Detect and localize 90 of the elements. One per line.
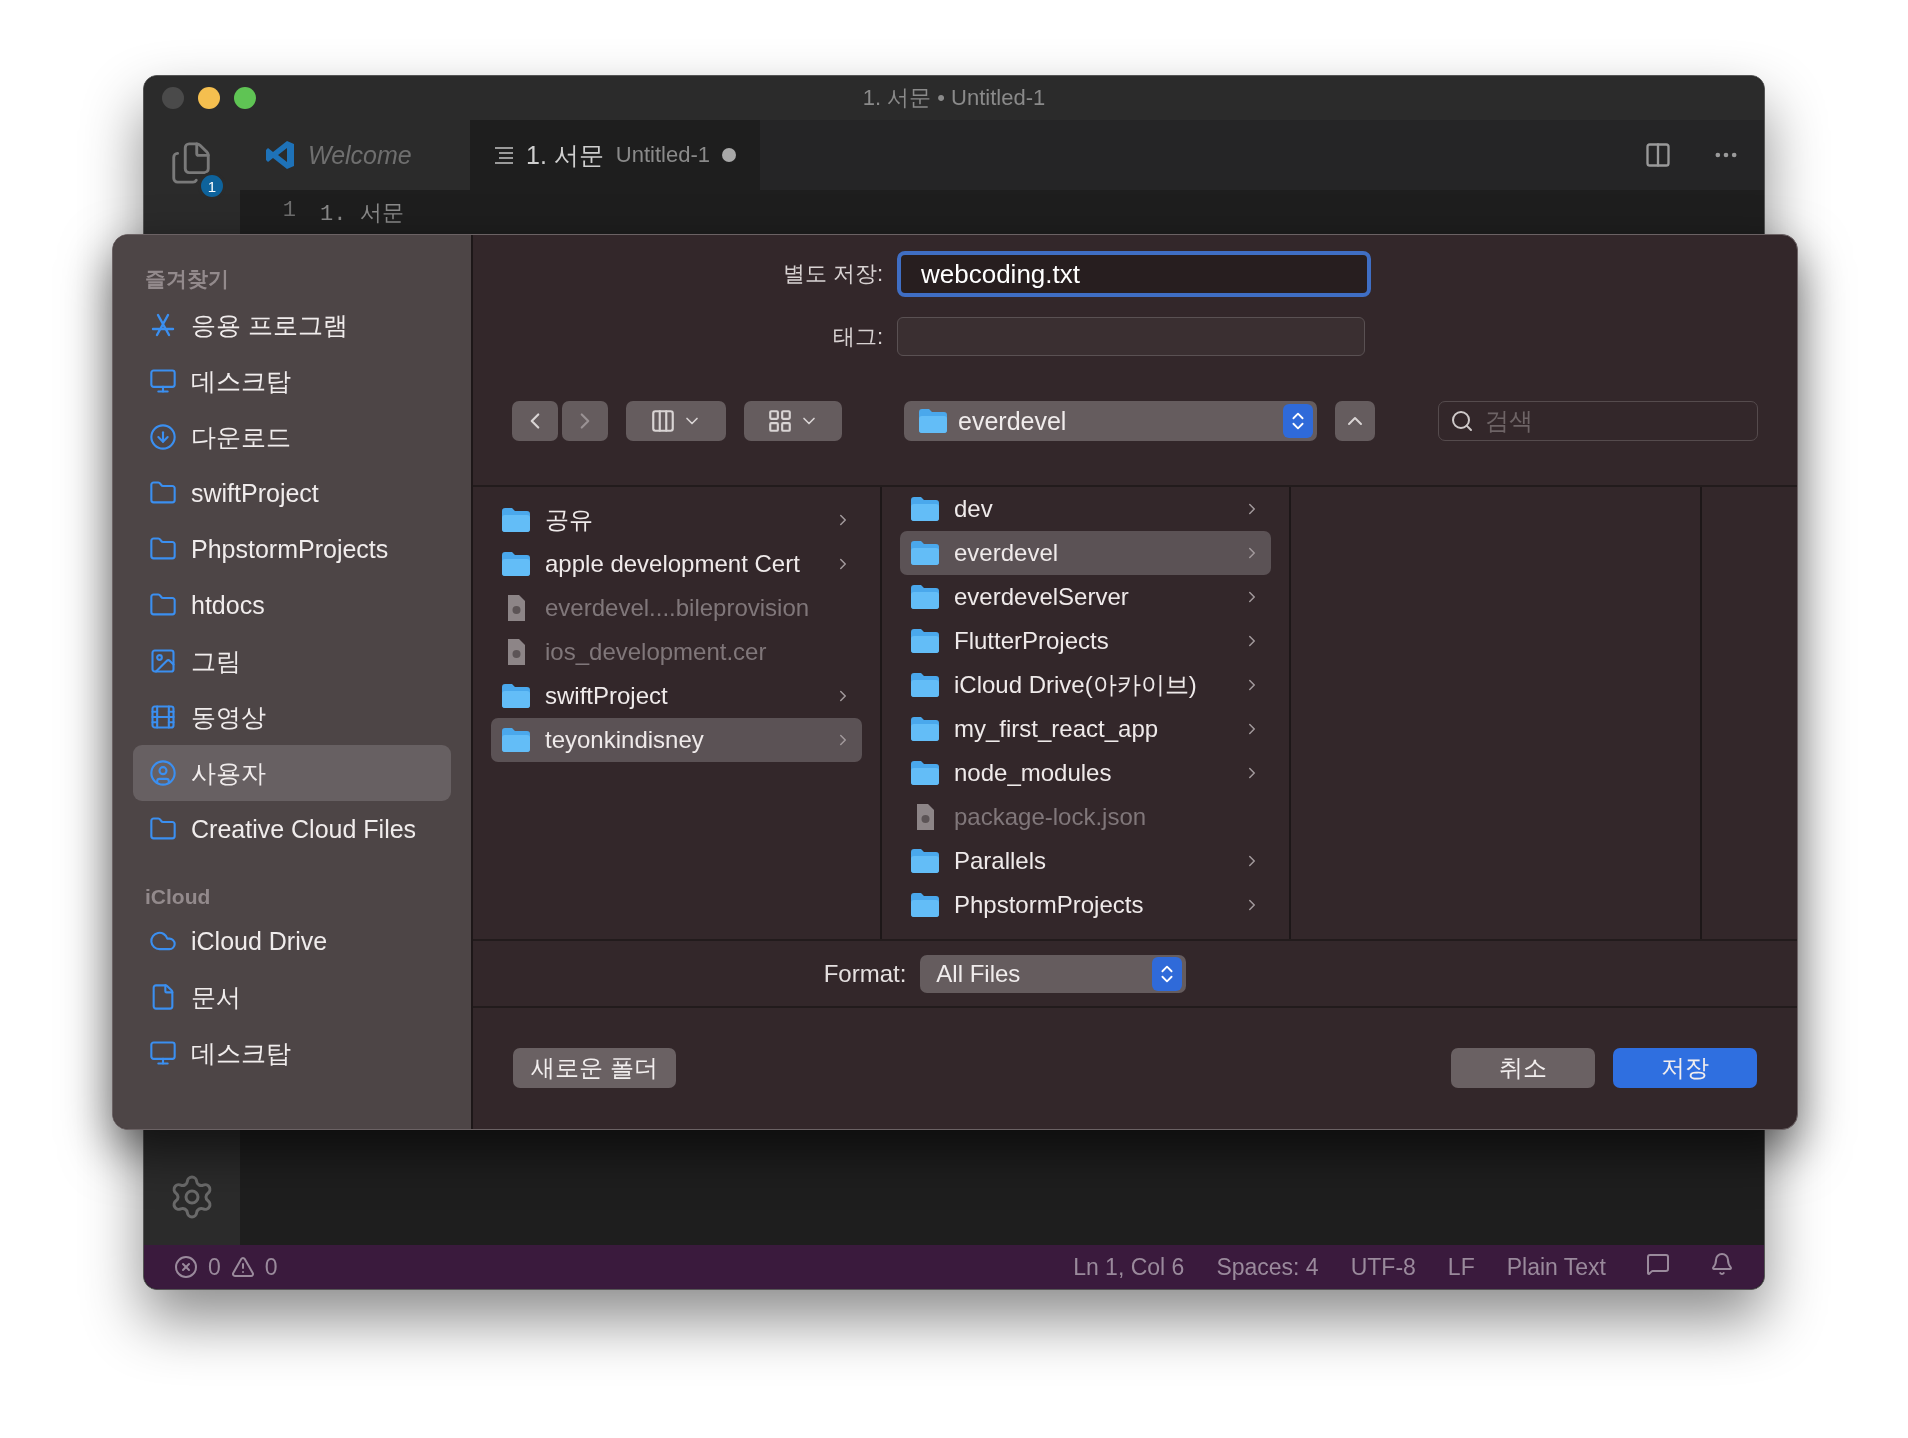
editor-tab[interactable]: 1. 서문 Untitled-1: [470, 120, 760, 190]
save-as-label: 별도 저장:: [781, 260, 883, 288]
status-item[interactable]: LF: [1447, 1253, 1475, 1281]
folder-icon: [910, 716, 940, 742]
folder-icon: [501, 551, 531, 577]
apps-icon: [149, 311, 177, 339]
lines-icon: [494, 146, 514, 164]
folder-icon: [910, 848, 940, 874]
columns-icon: [650, 408, 676, 434]
folder-icon: [910, 892, 940, 918]
sidebar-item[interactable]: swiftProject: [133, 465, 451, 521]
sidebar-item[interactable]: 다운로드: [133, 409, 451, 465]
folder-icon: [501, 507, 531, 533]
file-row[interactable]: everdevelServer: [900, 575, 1271, 619]
window-title: 1. 서문 • Untitled-1: [862, 84, 1046, 112]
tab-description: Untitled-1: [615, 142, 710, 168]
folder-icon: [501, 683, 531, 709]
forward-button[interactable]: [562, 401, 608, 441]
location-popup[interactable]: everdevel: [904, 401, 1317, 441]
split-editor-icon[interactable]: [1644, 141, 1672, 169]
sidebar-item[interactable]: 동영상: [133, 689, 451, 745]
feedback-icon[interactable]: [1646, 1252, 1670, 1276]
sidebar-heading: iCloud: [144, 885, 212, 909]
file-row[interactable]: node_modules: [900, 751, 1271, 795]
new-folder-button[interactable]: 새로운 폴더: [513, 1048, 676, 1088]
logo-icon: [264, 139, 296, 171]
error-count[interactable]: 0: [208, 1253, 221, 1281]
format-select[interactable]: All Files: [920, 954, 1187, 993]
search-icon: [1450, 409, 1474, 433]
picture-icon: [149, 647, 177, 675]
folder-icon: [910, 760, 940, 786]
zoom-button[interactable]: [234, 87, 256, 109]
status-item[interactable]: Plain Text: [1506, 1253, 1606, 1281]
file-row[interactable]: Parallels: [900, 839, 1271, 883]
sidebar-heading: 즐겨찾기: [144, 266, 230, 292]
folder-icon: [918, 408, 948, 434]
file-row[interactable]: FlutterProjects: [900, 619, 1271, 663]
expand-button[interactable]: [1335, 401, 1375, 441]
folder-icon: [910, 540, 940, 566]
format-label: Format:: [823, 959, 907, 988]
sidebar-item[interactable]: iCloud Drive: [133, 913, 451, 969]
back-button[interactable]: [512, 401, 558, 441]
cancel-button[interactable]: 취소: [1451, 1048, 1595, 1088]
warning-count[interactable]: 0: [264, 1253, 278, 1281]
file-name-field[interactable]: webcoding.txt: [897, 251, 1371, 297]
file-row[interactable]: iCloud Drive(아카이브): [900, 663, 1271, 707]
sidebar-item[interactable]: 응용 프로그램: [133, 297, 451, 353]
tags-label: 태그:: [831, 322, 883, 351]
status-item[interactable]: UTF-8: [1350, 1253, 1416, 1281]
file-row[interactable]: PhpstormProjects: [900, 883, 1271, 927]
file-row[interactable]: swiftProject: [491, 674, 862, 718]
sidebar-item[interactable]: 그림: [133, 633, 451, 689]
warning-icon[interactable]: [230, 1255, 255, 1279]
sidebar-item[interactable]: Creative Cloud Files: [133, 801, 451, 857]
file-row[interactable]: dev: [900, 487, 1271, 531]
file-row[interactable]: my_first_react_app: [900, 707, 1271, 751]
tags-field[interactable]: [897, 317, 1365, 356]
desktop-icon: [149, 1039, 177, 1067]
folder-icon: [910, 496, 940, 522]
error-icon[interactable]: [174, 1255, 198, 1279]
file-row[interactable]: 공유: [491, 498, 862, 542]
folder-icon: [910, 628, 940, 654]
sidebar-item[interactable]: 문서: [133, 969, 451, 1025]
film-icon: [149, 703, 177, 731]
search-field[interactable]: 검색: [1438, 401, 1758, 441]
sidebar-item[interactable]: 데스크탑: [133, 1025, 451, 1081]
code-line: 1. 서문: [320, 201, 404, 228]
sidebar-item[interactable]: htdocs: [133, 577, 451, 633]
sidebar-item[interactable]: PhpstormProjects: [133, 521, 451, 577]
sidebar-item[interactable]: 데스크탑: [133, 353, 451, 409]
file-row[interactable]: apple development Cert: [491, 542, 862, 586]
minimize-button[interactable]: [198, 87, 220, 109]
status-item[interactable]: Ln 1, Col 6: [1073, 1253, 1185, 1281]
explorer-badge: 1: [198, 172, 226, 200]
desktop-icon: [149, 367, 177, 395]
folder-icon: [910, 584, 940, 610]
grid-icon: [767, 408, 793, 434]
file-row[interactable]: everdevel: [900, 531, 1271, 575]
user-icon: [149, 759, 177, 787]
folder-icon: [501, 727, 531, 753]
bell-icon[interactable]: [1710, 1252, 1734, 1276]
line-number: 1: [281, 198, 297, 225]
download-icon: [149, 423, 177, 451]
sidebar-item[interactable]: 사용자: [133, 745, 451, 801]
column-view-button[interactable]: [626, 401, 726, 441]
group-button[interactable]: [744, 401, 842, 441]
save-button[interactable]: 저장: [1613, 1048, 1757, 1088]
folder-icon: [910, 672, 940, 698]
file-row[interactable]: teyonkindisney: [491, 718, 862, 762]
status-item[interactable]: Spaces: 4: [1216, 1253, 1319, 1281]
